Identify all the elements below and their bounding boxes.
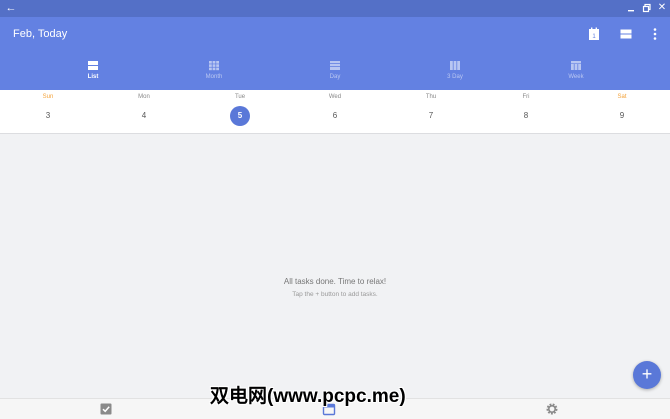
day-date: 8: [523, 111, 529, 120]
day-name: Mon: [138, 94, 150, 100]
day-sun[interactable]: Sun 3: [0, 90, 96, 134]
day-name: Fri: [522, 94, 530, 100]
tab-month[interactable]: Month: [154, 54, 274, 90]
day-date: 3: [45, 111, 51, 120]
app-header: Feb, Today 1 List Month Day 3 Day Week: [0, 17, 670, 90]
day-name: Sun: [42, 94, 54, 100]
tasks-check-icon[interactable]: [99, 402, 113, 416]
page-title: Feb, Today: [13, 28, 68, 40]
day-tue[interactable]: Tue 5: [192, 90, 288, 134]
calendar-today-icon[interactable]: 1: [586, 26, 602, 42]
day-date: 7: [428, 111, 434, 120]
tab-week[interactable]: Week: [516, 54, 636, 90]
week-strip: Sun 3 Mon 4 Tue 5 Wed 6 Thu 7 Fri 8 Sat …: [0, 90, 670, 134]
day-view-icon: [330, 61, 340, 70]
day-sat[interactable]: Sat 9: [574, 90, 670, 134]
tab-label: Week: [568, 74, 584, 80]
minimize-icon[interactable]: [624, 1, 638, 15]
tab-label: List: [87, 74, 99, 80]
list-view-icon: [88, 61, 98, 70]
tab-list[interactable]: List: [33, 54, 153, 90]
day-name: Sat: [617, 94, 627, 100]
plus-icon: +: [641, 364, 653, 384]
watermark: 双电网(www.pcpc.me): [210, 386, 406, 407]
tab-label: Day: [329, 74, 341, 80]
day-mon[interactable]: Mon 4: [96, 90, 192, 134]
day-name: Tue: [234, 94, 246, 100]
day-date: 4: [141, 111, 147, 120]
month-view-icon: [209, 61, 219, 71]
restore-icon[interactable]: [640, 1, 654, 15]
day-thu[interactable]: Thu 7: [383, 90, 479, 134]
day-name: Thu: [425, 94, 437, 100]
day-name: Wed: [328, 94, 342, 100]
empty-state-subtitle: Tap the + button to add tasks.: [292, 291, 378, 298]
tab-3-day[interactable]: 3 Day: [395, 54, 515, 90]
close-icon[interactable]: ✕: [655, 1, 669, 15]
day-wed[interactable]: Wed 6: [287, 90, 383, 134]
empty-state-title: All tasks done. Time to relax!: [283, 277, 387, 286]
view-toggle-icon[interactable]: [618, 26, 634, 42]
back-arrow-icon[interactable]: ←: [4, 1, 18, 15]
more-vert-icon[interactable]: [647, 26, 663, 42]
today-date-badge: 5: [230, 106, 250, 126]
week-view-icon: [571, 61, 581, 70]
tab-day[interactable]: Day: [275, 54, 395, 90]
three-day-view-icon: [450, 61, 460, 70]
add-task-button[interactable]: +: [633, 361, 661, 389]
view-tabs: List Month Day 3 Day Week: [0, 54, 670, 90]
day-date: 9: [619, 111, 625, 120]
tab-label: 3 Day: [447, 74, 463, 80]
day-date: 6: [332, 111, 338, 120]
settings-gear-icon[interactable]: [545, 402, 559, 416]
day-fri[interactable]: Fri 8: [478, 90, 574, 134]
window-title-bar: ← ✕: [0, 0, 670, 17]
tab-label: Month: [205, 74, 223, 80]
